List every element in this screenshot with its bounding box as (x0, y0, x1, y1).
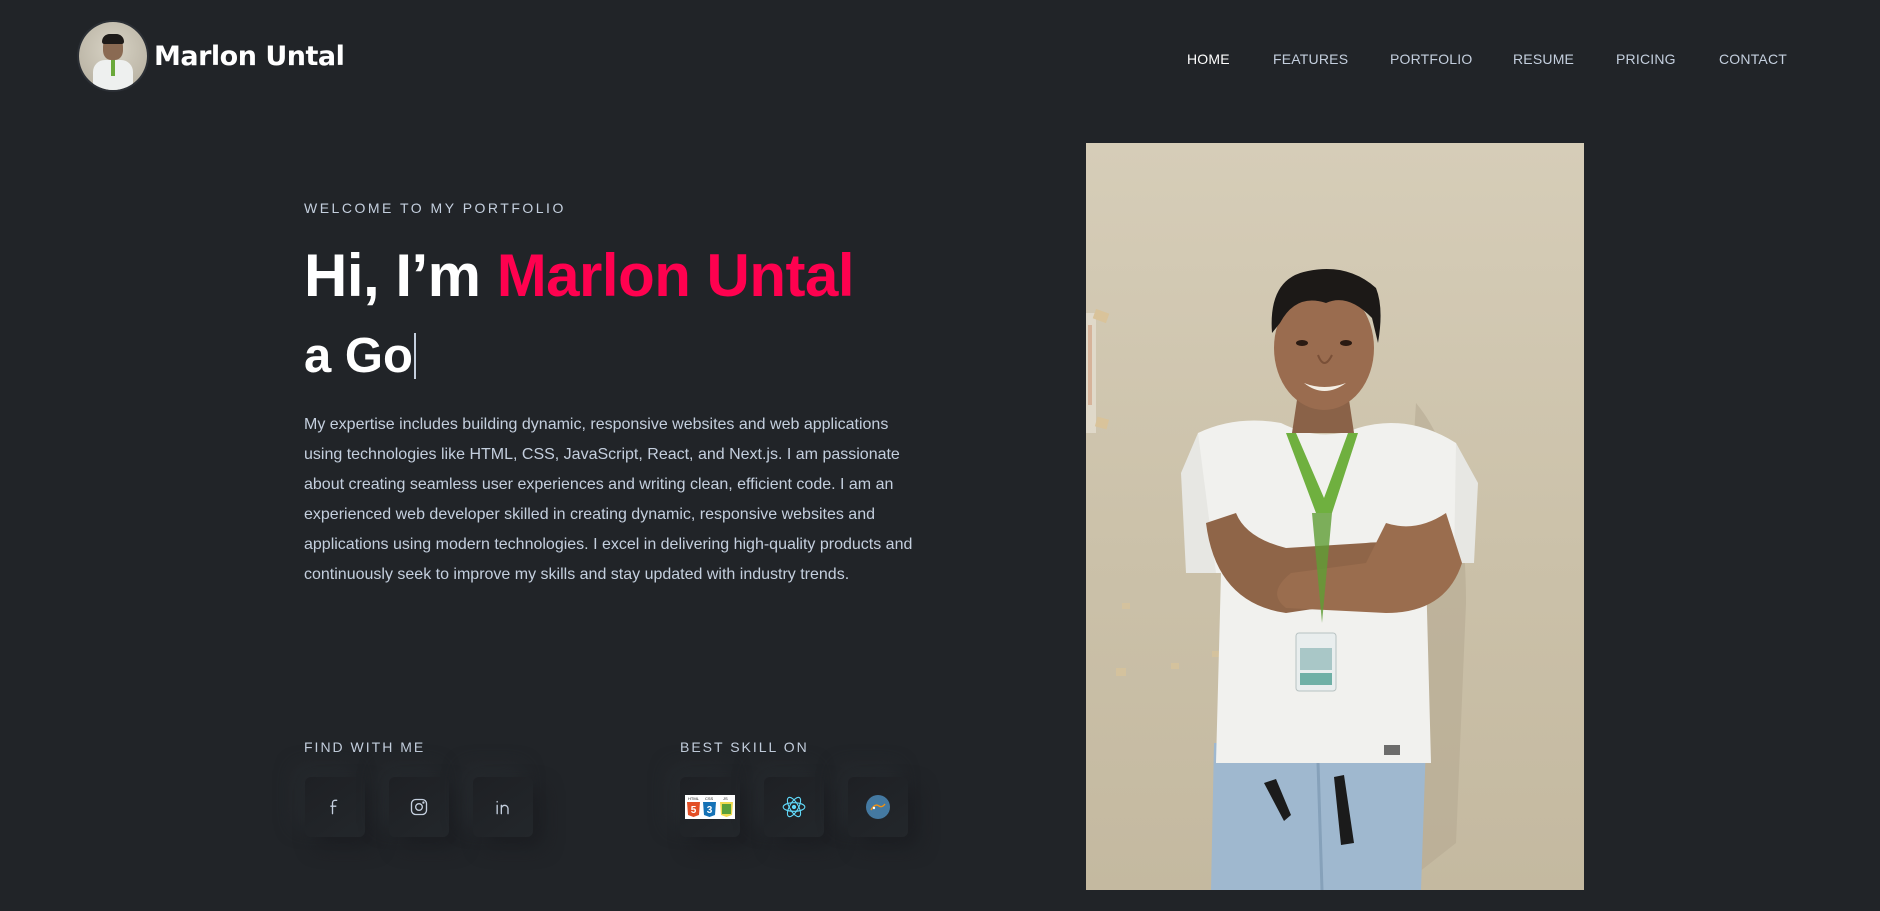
hero-description: My expertise includes building dynamic, … (304, 416, 913, 583)
badge-label-html: HTML (688, 796, 700, 801)
hero-headline: Hi, I’m Marlon Untal (304, 240, 855, 312)
nav-item-pricing[interactable]: PRICING (1616, 51, 1676, 67)
typing-cursor (413, 333, 416, 379)
instagram-icon (410, 798, 428, 816)
nav-item-portfolio[interactable]: PORTFOLIO (1390, 51, 1472, 67)
nav-item-features[interactable]: FEATURES (1273, 51, 1348, 67)
instagram-link[interactable] (389, 777, 449, 837)
social-title: FIND WITH ME (304, 739, 426, 755)
profile-photo-image (1086, 269, 1478, 890)
react-icon (782, 796, 806, 818)
hero-name: Marlon Untal (496, 242, 855, 309)
profile-photo (1086, 143, 1584, 890)
typed-role: a Go (304, 326, 416, 386)
svg-text:5: 5 (691, 805, 697, 816)
mysql-icon (866, 795, 890, 819)
typed-text: a Go (304, 329, 413, 383)
html-css-js-icon: HTML CSS JS 5 3 (685, 795, 735, 819)
badge-label-js: JS (723, 796, 728, 801)
facebook-link[interactable] (305, 777, 365, 837)
linkedin-icon (496, 800, 509, 815)
badge-label-css: CSS (705, 796, 714, 801)
facebook-icon (330, 799, 338, 815)
skill-mysql (848, 777, 908, 837)
nav-item-home[interactable]: HOME (1187, 51, 1230, 67)
hero-greeting: Hi, I’m (304, 242, 497, 309)
main-nav: HOME FEATURES PORTFOLIO RESUME PRICING C… (0, 51, 1880, 71)
svg-text:3: 3 (707, 805, 713, 816)
nav-item-resume[interactable]: RESUME (1513, 51, 1574, 67)
skill-react (764, 777, 824, 837)
linkedin-link[interactable] (473, 777, 533, 837)
site-header: Marlon Untal HOME FEATURES PORTFOLIO RES… (0, 0, 1880, 112)
skills-title: BEST SKILL ON (680, 739, 809, 755)
nav-item-contact[interactable]: CONTACT (1719, 51, 1787, 67)
skill-html-css-js: HTML CSS JS 5 3 (680, 777, 740, 837)
hero-eyebrow: WELCOME TO MY PORTFOLIO (304, 200, 566, 216)
